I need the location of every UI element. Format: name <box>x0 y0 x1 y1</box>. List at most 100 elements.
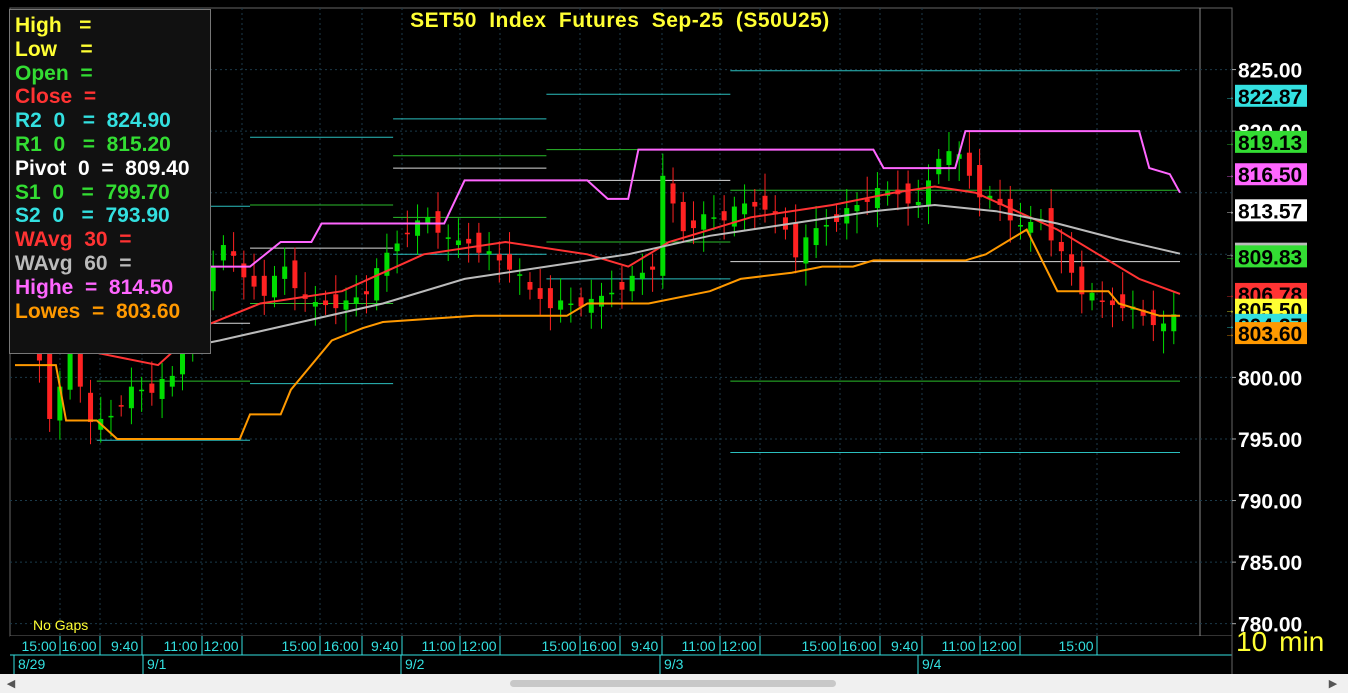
candle-body <box>1109 300 1115 306</box>
legend-row: WAvg 60 = <box>15 251 132 275</box>
price-marker-arrow: → <box>1225 92 1235 103</box>
x-tick-label: 11:00 <box>422 638 456 654</box>
price-marker-arrow: → <box>1225 306 1235 317</box>
chart-window: 780.00785.00790.00795.00800.00820.00825.… <box>0 0 1348 699</box>
candle-body <box>629 275 635 292</box>
candle-body <box>660 175 666 276</box>
x-tick-label: 15:00 <box>1059 638 1094 654</box>
y-tick-label: 795.00 <box>1238 429 1302 452</box>
candle-body <box>1099 300 1105 302</box>
candle-body <box>466 238 472 244</box>
x-tick-label: 12:00 <box>982 638 1017 654</box>
scroll-right-arrow-icon[interactable]: ▶ <box>1326 676 1340 692</box>
legend-row: WAvg 30 = <box>15 228 132 252</box>
scroll-left-arrow-icon[interactable]: ◀ <box>4 676 18 692</box>
candle-body <box>619 281 625 290</box>
candle-body <box>762 195 768 210</box>
candle-body <box>1089 292 1095 301</box>
candle-body <box>834 214 840 222</box>
candle-body <box>874 188 880 209</box>
candle-body <box>220 245 226 261</box>
legend-row: S2 0 = 793.90 <box>15 204 170 228</box>
candle-body <box>823 225 829 227</box>
candle-body <box>977 165 983 198</box>
no-gaps-label: No Gaps <box>33 617 89 633</box>
x-date-label: 9/4 <box>922 656 942 672</box>
candle-body <box>445 237 451 239</box>
legend-row: R2 0 = 824.90 <box>15 109 171 133</box>
candle-body <box>1048 208 1054 241</box>
candle-body <box>169 375 175 387</box>
candle-body <box>752 201 758 207</box>
candle-body <box>813 228 819 246</box>
candle-body <box>374 268 380 301</box>
candle-body <box>517 274 523 276</box>
scrollbar-thumb[interactable] <box>510 680 836 687</box>
y-tick-label: 800.00 <box>1238 367 1302 390</box>
candle-body <box>588 298 594 313</box>
candle-body <box>333 294 339 309</box>
timeframe-label: 10 min <box>1236 626 1324 658</box>
candle-body <box>793 223 799 258</box>
candle-body <box>926 180 932 206</box>
candle-body <box>915 201 921 206</box>
candle-body <box>568 303 574 306</box>
legend-row: S1 0 = 799.70 <box>15 180 170 204</box>
candle-body <box>323 300 329 306</box>
price-marker-arrow: → <box>1225 290 1235 301</box>
legend-row: Pivot 0 = 809.40 <box>15 156 190 180</box>
candle-body <box>1069 254 1075 273</box>
x-tick-label: 11:00 <box>164 638 198 654</box>
candle-body <box>88 392 94 423</box>
legend-row: Lowes = 803.60 <box>15 299 181 323</box>
indicator-legend: High = Low = Open = Close = R2 0 = 824.90 R1 … <box>9 9 211 354</box>
x-tick-label: 15:00 <box>282 638 317 654</box>
candle-body <box>854 205 860 212</box>
price-marker-arrow: → <box>1225 329 1235 340</box>
candle-body <box>149 383 155 393</box>
candle-body <box>701 214 707 230</box>
price-marker-arrow: → <box>1225 170 1235 181</box>
candle-body <box>1079 266 1085 295</box>
candle-body <box>363 291 369 295</box>
candle-body <box>946 151 952 165</box>
price-box-label: 819.13 <box>1238 132 1302 155</box>
candle-body <box>241 263 247 278</box>
candle-body <box>496 254 502 261</box>
legend-row: Close = <box>15 85 97 109</box>
x-tick-label: 15:00 <box>22 638 57 654</box>
x-tick-label: 16:00 <box>842 638 877 654</box>
price-box-label: 803.60 <box>1238 323 1302 346</box>
x-tick-label: 9:40 <box>891 638 918 654</box>
candle-body <box>803 237 809 264</box>
candle-body <box>343 300 349 310</box>
x-tick-label: 12:00 <box>722 638 757 654</box>
candle-body <box>936 158 942 175</box>
candle-body <box>547 288 553 309</box>
price-box-label: 816.50 <box>1238 164 1302 187</box>
price-box-label: 813.57 <box>1238 200 1302 223</box>
x-tick-label: 12:00 <box>462 638 497 654</box>
legend-row: High = <box>15 14 92 37</box>
candle-body <box>476 232 482 253</box>
candle-body <box>639 272 645 279</box>
x-tick-label: 16:00 <box>582 638 617 654</box>
candle-body <box>537 288 543 299</box>
x-tick-label: 9:40 <box>371 638 398 654</box>
x-tick-label: 9:40 <box>631 638 658 654</box>
price-box-label: 809.83 <box>1238 246 1302 269</box>
x-date-label: 8/29 <box>18 656 45 672</box>
candle-body <box>404 232 410 235</box>
candle-body <box>394 243 400 252</box>
candle-body <box>905 183 911 204</box>
candle-body <box>599 295 604 307</box>
candle-body <box>1028 221 1034 233</box>
price-marker-arrow: → <box>1225 252 1235 263</box>
price-box-label: 822.87 <box>1238 86 1302 109</box>
price-marker-arrow: → <box>1225 138 1235 149</box>
x-date-label: 9/2 <box>405 656 425 672</box>
candle-body <box>1058 241 1064 252</box>
candle-body <box>670 183 676 204</box>
candle-body <box>711 217 717 219</box>
candle-body <box>558 300 564 310</box>
